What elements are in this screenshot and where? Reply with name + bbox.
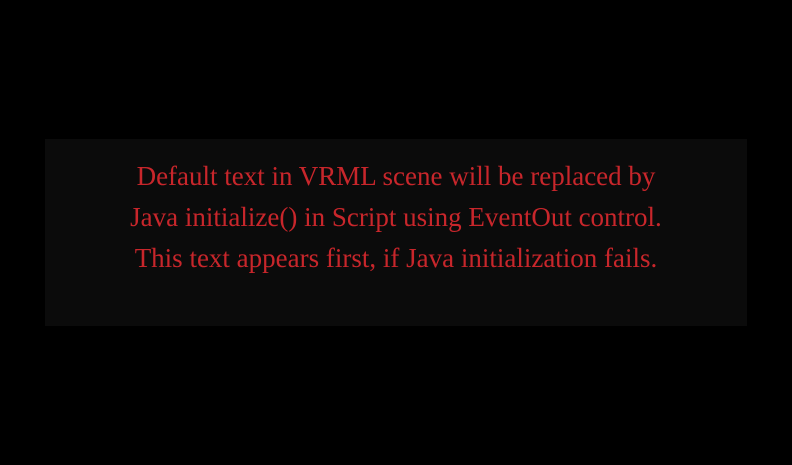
scene-text-line-3: This text appears first, if Java initial… (134, 243, 658, 273)
scene-text-panel: Default text in VRML scene will be repla… (45, 139, 747, 326)
scene-text-line-2: Java initialize() in Script using EventO… (130, 202, 662, 232)
vrml-viewport[interactable]: Default text in VRML scene will be repla… (0, 0, 792, 465)
scene-text-line-1: Default text in VRML scene will be repla… (136, 161, 656, 191)
